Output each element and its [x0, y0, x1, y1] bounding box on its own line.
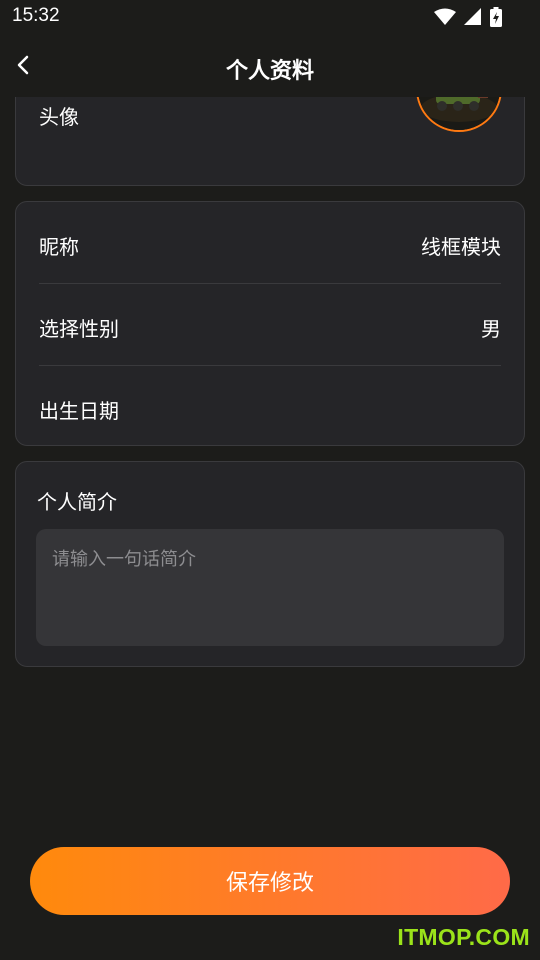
intro-label: 个人简介 [37, 490, 117, 514]
intro-input[interactable]: 请输入一句话简介 [36, 529, 504, 646]
watermark: ITMOP.COM [397, 924, 530, 950]
status-icons [434, 7, 502, 31]
page-title: 个人资料 [225, 59, 314, 84]
avatar-label: 头像 [39, 105, 79, 129]
status-bar: 15:32 [0, 0, 540, 36]
nickname-row[interactable]: 昵称 线框模块 [16, 202, 524, 284]
avatar-card[interactable]: 头像 [15, 97, 525, 186]
nav-bar: 个人资料 [0, 36, 540, 100]
birthday-label: 出生日期 [39, 399, 119, 423]
content-area: 头像 昵称 线框模块 选择性别 男 出生日期 个人简介 请输入一句话简介 [0, 97, 540, 960]
avatar-image [418, 97, 500, 130]
gender-label: 选择性别 [39, 317, 119, 341]
intro-card: 个人简介 请输入一句话简介 [15, 461, 525, 667]
cellular-signal-icon [464, 8, 482, 30]
save-button[interactable]: 保存修改 [30, 847, 510, 915]
status-time: 15:32 [12, 5, 60, 26]
battery-charging-icon [490, 7, 502, 31]
nickname-label: 昵称 [39, 235, 79, 259]
gender-value: 男 [481, 317, 501, 341]
nickname-value: 线框模块 [421, 235, 501, 259]
profile-info-card: 昵称 线框模块 选择性别 男 出生日期 [15, 201, 525, 446]
birthday-row[interactable]: 出生日期 [16, 366, 524, 446]
gender-row[interactable]: 选择性别 男 [16, 284, 524, 366]
wifi-icon [434, 8, 456, 30]
avatar[interactable] [416, 97, 502, 132]
